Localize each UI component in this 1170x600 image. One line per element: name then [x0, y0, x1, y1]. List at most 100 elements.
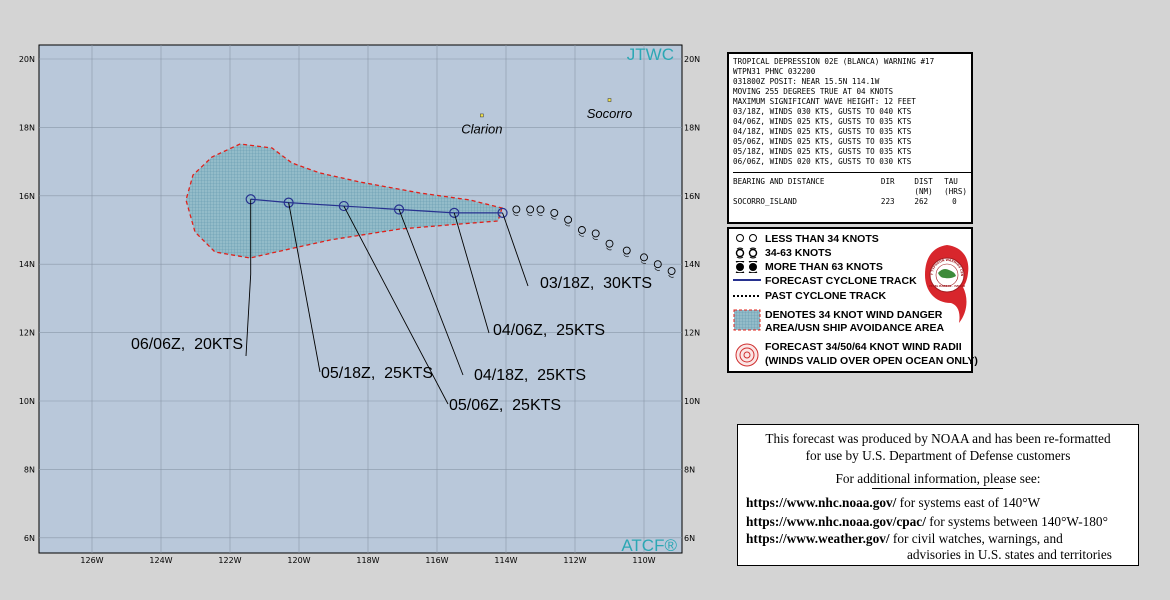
info-link-row: https://www.weather.gov/ for civil watch… [746, 531, 1063, 547]
weather-gov-link[interactable]: https://www.weather.gov/ [746, 531, 890, 546]
legend-item: (WINDS VALID OVER OPEN OCEAN ONLY) [765, 355, 978, 367]
warning-line: 031800Z POSIT: NEAR 15.5N 114.1W [733, 77, 880, 86]
table-unit-cell [733, 187, 881, 197]
info-line: advisories in U.S. states and territorie… [907, 547, 1112, 562]
table-unit-cell: (NM) [914, 187, 933, 196]
nhc-link[interactable]: https://www.nhc.noaa.gov/ [746, 495, 896, 510]
table-cell: 223 [880, 197, 895, 206]
longitude-label: 118W [356, 556, 379, 565]
table-row: SOCORRO_ISLAND 223 262 0 [733, 197, 967, 207]
longitude-label: 124W [149, 556, 172, 565]
table-header-cell: DIR [880, 177, 895, 186]
latitude-label: 6N [24, 534, 35, 543]
latitude-label: 18N [19, 123, 35, 132]
warning-panel: TROPICAL DEPRESSION 02E (BLANCA) WARNING… [727, 52, 973, 224]
legend-item: FORECAST 34/50/64 KNOT WIND RADII [765, 341, 962, 353]
legend-item: MORE THAN 63 KNOTS [765, 261, 883, 273]
link-description: for systems between 140°W-180° [925, 514, 1108, 529]
forecast-label: 03/18Z, 30KTS [540, 275, 652, 292]
table-header-cell: BEARING AND DISTANCE [733, 177, 825, 186]
warning-line: WTPN31 PHNC 032200 [733, 67, 816, 76]
warning-divider [733, 172, 971, 173]
latitude-label: 14N [19, 260, 35, 269]
table-header-cell: TAU [944, 177, 958, 186]
table-cell: 262 [914, 197, 929, 206]
legend-item: AREA/USN SHIP AVOIDANCE AREA [765, 322, 945, 334]
latitude-labels-right: 20N 18N 16N 14N 12N 10N 8N 6N [684, 55, 700, 543]
longitude-label: 110W [632, 556, 655, 565]
warning-line: 04/18Z, WINDS 025 KTS, GUSTS TO 035 KTS [733, 127, 912, 136]
table-cell: SOCORRO_ISLAND [733, 197, 798, 206]
legend-item: FORECAST CYCLONE TRACK [765, 275, 917, 287]
table-units-row: (NM) (HRS) [733, 187, 967, 197]
warning-line: 04/06Z, WINDS 025 KTS, GUSTS TO 035 KTS [733, 117, 912, 126]
info-link-row: https://www.nhc.noaa.gov/cpac/ for syste… [746, 514, 1108, 530]
longitude-label: 120W [287, 556, 310, 565]
longitude-label: 112W [563, 556, 586, 565]
forecast-track-icon [733, 279, 761, 281]
latitude-label: 8N [684, 465, 695, 474]
latitude-label: 16N [19, 192, 35, 201]
latitude-label: 18N [684, 123, 700, 132]
table-header-row: BEARING AND DISTANCE DIR DIST TAU [733, 177, 967, 187]
info-line: This forecast was produced by NOAA and h… [765, 431, 1111, 446]
longitude-label: 126W [80, 556, 103, 565]
warning-line: 06/06Z, WINDS 020 KTS, GUSTS TO 030 KTS [733, 157, 912, 166]
longitude-label: 114W [494, 556, 517, 565]
island-marker-icon [607, 98, 612, 102]
latitude-label: 16N [684, 192, 700, 201]
latitude-label: 6N [684, 534, 695, 543]
forecast-label: 04/06Z, 25KTS [493, 322, 605, 339]
seal-lettering-bottom: PEARL HARBOR · HAWAII [929, 284, 965, 288]
latitude-label: 14N [684, 260, 700, 269]
legend-item: LESS THAN 34 KNOTS [765, 233, 879, 245]
jtwc-seal-icon: JOINT TYPHOON WARNING CENTER PEARL HARBO… [923, 243, 969, 323]
info-line: for use by U.S. Department of Defense cu… [805, 448, 1071, 463]
weak-storm-icon [736, 234, 757, 242]
warning-line: TROPICAL DEPRESSION 02E (BLANCA) WARNING… [733, 57, 935, 66]
typhoon-icon [735, 261, 758, 273]
legend-item: PAST CYCLONE TRACK [765, 290, 887, 302]
info-heading: For additional information, please see: [835, 471, 1041, 486]
latitude-label: 20N [19, 55, 35, 64]
table-unit-cell: (HRS) [944, 187, 967, 196]
noaa-info-panel: This forecast was produced by NOAA and h… [737, 424, 1139, 566]
agency-label-top: JTWC [627, 45, 674, 64]
past-track-icon [733, 295, 761, 297]
longitude-labels: 126W 124W 122W 120W 118W 116W 114W 112W 110W [80, 556, 655, 565]
info-link-row: https://www.nhc.noaa.gov/ for systems ea… [746, 495, 1040, 511]
legend-item: 34-63 KNOTS [765, 247, 832, 259]
legend-item: DENOTES 34 KNOT WIND DANGER [765, 309, 943, 321]
danger-area-icon [733, 309, 761, 331]
info-divider [872, 488, 1003, 489]
table-cell: 0 [952, 197, 957, 206]
forecast-label: 05/06Z, 25KTS [449, 397, 561, 414]
forecast-label: 04/18Z, 25KTS [474, 367, 586, 384]
table-header-cell: DIST [914, 177, 933, 186]
agency-label-bottom: ATCF® [621, 536, 677, 555]
longitude-label: 122W [218, 556, 241, 565]
warning-line: MAXIMUM SIGNIFICANT WAVE HEIGHT: 12 FEET [733, 97, 916, 106]
ocean-area [38, 44, 683, 554]
latitude-label: 20N [684, 55, 700, 64]
warning-text: TROPICAL DEPRESSION 02E (BLANCA) WARNING… [733, 57, 967, 167]
cpac-link[interactable]: https://www.nhc.noaa.gov/cpac/ [746, 514, 926, 529]
warning-line: 05/18Z, WINDS 025 KTS, GUSTS TO 035 KTS [733, 147, 912, 156]
warning-line: 05/06Z, WINDS 025 KTS, GUSTS TO 035 KTS [733, 137, 912, 146]
link-description: for systems east of 140°W [896, 495, 1041, 510]
tropical-storm-icon [735, 247, 758, 259]
warning-line: MOVING 255 DEGREES TRUE AT 04 KNOTS [733, 87, 894, 96]
latitude-label: 12N [19, 329, 35, 338]
latitude-labels-left: 20N 18N 16N 14N 12N 10N 8N 6N [19, 55, 35, 543]
legend-panel: LESS THAN 34 KNOTS 34-63 KNOTS MORE THAN… [727, 227, 978, 373]
place-label: Socorro [587, 106, 633, 121]
bearing-distance-table: BEARING AND DISTANCE DIR DIST TAU (NM) (… [733, 177, 967, 207]
forecast-label: 05/18Z, 25KTS [321, 365, 433, 382]
latitude-label: 10N [684, 397, 700, 406]
latitude-label: 8N [24, 465, 35, 474]
wind-radii-icon [735, 343, 759, 367]
latitude-label: 12N [684, 329, 700, 338]
longitude-label: 116W [425, 556, 448, 565]
table-unit-cell [881, 187, 915, 197]
latitude-label: 10N [19, 397, 35, 406]
